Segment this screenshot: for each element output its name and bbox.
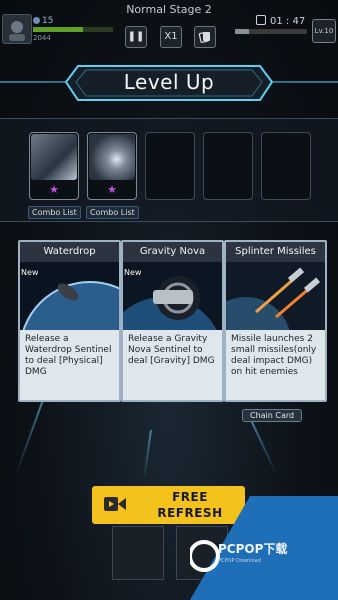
card-title: Waterdrop <box>20 242 119 262</box>
rarity-star-icon: ★ <box>49 183 59 196</box>
speed-button[interactable]: X1 <box>160 26 182 48</box>
xp-bar-fill <box>235 29 250 34</box>
skill-card-gravity-nova[interactable]: Gravity Nova New Release a Gravity Nova … <box>121 240 224 402</box>
combo-slot-5 <box>261 132 311 200</box>
xp-bar <box>235 29 307 34</box>
card-description: Missile launches 2 small missiles(only d… <box>231 334 317 377</box>
card-title: Splinter Missiles <box>226 242 325 262</box>
pause-button[interactable]: ❚❚ <box>125 26 147 48</box>
card-description: Release a Gravity Nova Sentinel to deal … <box>128 334 215 366</box>
bottom-skill-slot-1[interactable] <box>112 526 164 580</box>
combo-slot-2[interactable]: ★ <box>87 132 137 200</box>
card-art <box>226 262 325 330</box>
stage-timer: 01 : 47 <box>256 15 305 27</box>
combo-slot-art <box>31 134 77 180</box>
shield-counter: 15 <box>33 16 53 26</box>
top-hud: 15 2044 Normal Stage 2 ❚❚ X1 01 : 47 Lv.… <box>0 0 338 48</box>
shield-icon <box>33 17 40 24</box>
combo-slot-1[interactable]: ★ <box>29 132 79 200</box>
clock-icon <box>256 15 266 25</box>
level-badge: Lv.10 <box>312 19 336 43</box>
combo-list-label[interactable]: Combo List <box>28 206 81 219</box>
player-avatar[interactable] <box>2 14 32 44</box>
cards-icon <box>198 31 210 43</box>
level-up-title: Level Up <box>123 70 215 94</box>
combo-slot-3 <box>145 132 195 200</box>
video-camera-icon <box>104 497 126 511</box>
watermark-text: PCPOP下载 <box>218 542 288 556</box>
timer-value: 01 : 47 <box>270 16 306 27</box>
new-badge: New <box>21 268 39 277</box>
combo-slot-4 <box>203 132 253 200</box>
skill-card-splinter-missiles[interactable]: Splinter Missiles Missile launches 2 sma… <box>224 240 327 402</box>
card-description: Release a Waterdrop Sentinel to deal [Ph… <box>25 334 112 377</box>
new-badge: New <box>124 268 142 277</box>
cards-button[interactable] <box>194 26 216 48</box>
pause-icon: ❚❚ <box>127 31 145 42</box>
hp-text: 2044 <box>33 34 51 42</box>
combo-list-label[interactable]: Combo List <box>86 206 139 219</box>
hp-bar <box>33 27 113 32</box>
watermark-subtext: PCPOP Download <box>218 558 261 564</box>
hp-bar-fill <box>33 27 83 32</box>
shield-value: 15 <box>42 16 54 26</box>
chain-card-button[interactable]: Chain Card <box>242 409 303 422</box>
combo-slot-art <box>89 134 135 180</box>
rarity-star-icon: ★ <box>107 183 117 196</box>
card-title: Gravity Nova <box>123 242 222 262</box>
skill-card-waterdrop[interactable]: Waterdrop New Release a Waterdrop Sentin… <box>18 240 121 402</box>
